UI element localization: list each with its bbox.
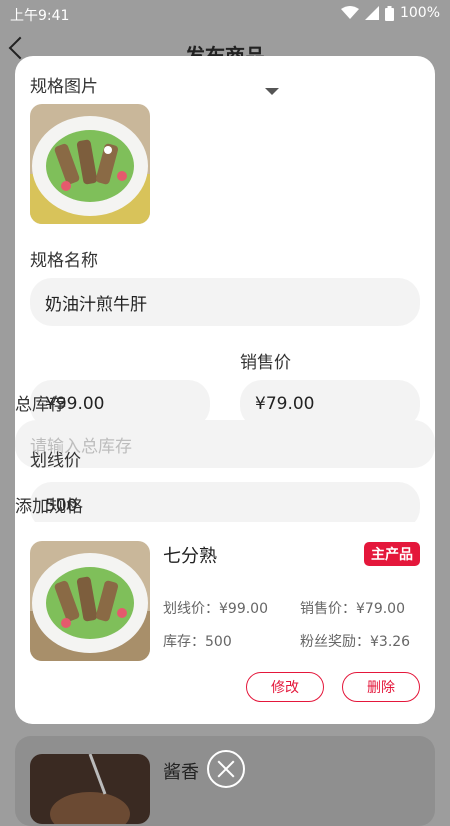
spec-name-label: 规格名称 <box>30 251 98 271</box>
battery-icon <box>384 5 394 21</box>
card-thumb <box>30 541 150 661</box>
spec-sheet: 规格图片 规格名称 奶油汁煎牛肝 销售价 ¥99.00 ¥79.00 请输入总库… <box>15 56 435 724</box>
bg-item-thumb <box>30 754 150 824</box>
sale-price-label: 销售价 <box>240 353 291 373</box>
dropdown-arrow-icon[interactable] <box>265 88 279 95</box>
battery-percent: 100% <box>399 5 440 21</box>
bg-item-name: 酱香 <box>163 762 199 783</box>
card-fan-reward: 粉丝奖励：¥3.26 <box>300 634 411 650</box>
card-strike-price: 划线价：¥99.00 <box>163 601 268 617</box>
spec-card: 七分熟 主产品 划线价：¥99.00 销售价：¥79.00 库存：500 粉丝奖… <box>15 522 435 724</box>
wifi-icon <box>340 6 359 19</box>
edit-button[interactable]: 修改 <box>246 672 324 702</box>
spec-name-input[interactable]: 奶油汁煎牛肝 <box>30 278 420 326</box>
close-icon[interactable] <box>207 750 245 788</box>
card-sale-price: 销售价：¥79.00 <box>300 601 405 617</box>
main-product-badge: 主产品 <box>364 542 420 566</box>
status-bar: 上午9:41 100% <box>0 0 450 28</box>
card-spec-name: 七分熟 <box>163 546 217 567</box>
card-stock: 库存：500 <box>163 634 232 650</box>
signal-icon <box>364 6 379 20</box>
spec-image-label: 规格图片 <box>30 77 98 97</box>
stock-label: 总库存 <box>15 395 66 415</box>
status-time: 上午9:41 <box>10 8 70 24</box>
delete-button[interactable]: 删除 <box>342 672 420 702</box>
spec-image[interactable] <box>30 104 150 224</box>
add-spec-label[interactable]: 添加规格 <box>15 492 83 517</box>
strike-price-label: 划线价 <box>30 451 81 471</box>
